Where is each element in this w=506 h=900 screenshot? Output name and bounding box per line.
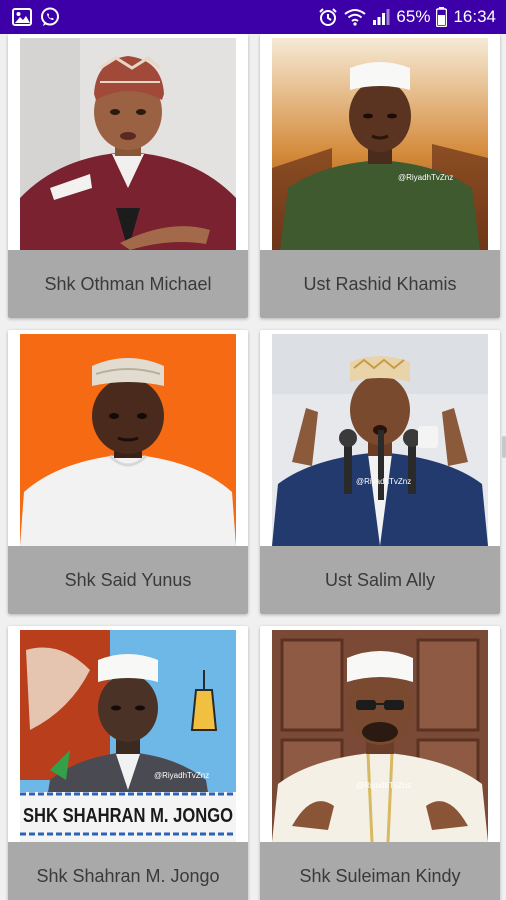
- gallery-icon: [12, 8, 32, 26]
- status-bar: 65% 16:34: [0, 0, 506, 34]
- scholar-photo: @RiyadhTvZnz: [272, 38, 488, 250]
- scholar-photo: @RiyadhTvZnz SHK SHAHRAN M. JONGO: [20, 630, 236, 842]
- scholar-name: Shk Said Yunus: [64, 569, 192, 590]
- clock: 16:34: [453, 7, 496, 26]
- watermark-text: @RiyadhTvZnz: [356, 781, 411, 790]
- battery-icon: [436, 7, 448, 27]
- scholar-name: Ust Rashid Khamis: [303, 273, 457, 294]
- scholar-name: Ust Salim Ally: [324, 569, 436, 590]
- alarm-icon: [318, 7, 338, 27]
- signal-icon: [372, 8, 390, 26]
- watermark-text: @RiyadhTvZnz: [154, 771, 209, 780]
- scholar-name-bar: Shk Othman Michael: [8, 250, 248, 318]
- banner-text: SHK SHAHRAN M. JONGO: [23, 805, 233, 827]
- whatsapp-icon: [40, 7, 60, 27]
- scholar-photo: [20, 334, 236, 546]
- scholar-card[interactable]: Shk Said Yunus: [8, 330, 248, 614]
- scholar-name-bar: Ust Salim Ally: [260, 546, 500, 614]
- scholar-card[interactable]: Shk Othman Michael: [8, 34, 248, 318]
- scholar-name-bar: Shk Shahran M. Jongo: [8, 842, 248, 900]
- scholar-photo: [20, 38, 236, 250]
- scholar-card[interactable]: @RiyadhTvZnz Shk Suleiman Kindy: [260, 626, 500, 900]
- watermark-text: @RiyadhTvZnz: [398, 173, 453, 182]
- battery-percent: 65%: [396, 7, 431, 26]
- scholar-name: Shk Shahran M. Jongo: [36, 865, 220, 886]
- scholar-card[interactable]: @RiyadhTvZnz Ust Salim Ally: [260, 330, 500, 614]
- wifi-icon: [344, 8, 367, 26]
- watermark-text: @RiyadhTvZnz: [356, 477, 411, 486]
- scholar-photo: @RiyadhTvZnz: [272, 334, 488, 546]
- scholar-name-bar: Shk Said Yunus: [8, 546, 248, 614]
- scholar-card[interactable]: @RiyadhTvZnz SHK SHAHRAN M. JONGO Shk Sh…: [8, 626, 248, 900]
- scrollbar-thumb[interactable]: [502, 436, 506, 458]
- scholar-card[interactable]: @RiyadhTvZnz Ust Rashid Khamis: [260, 34, 500, 318]
- scholar-name-bar: Shk Suleiman Kindy: [260, 842, 500, 900]
- scholar-grid: Shk Othman Michael @RiyadhTvZnz Ust Rash…: [0, 34, 506, 900]
- status-bar-left: [12, 7, 60, 27]
- scholar-name: Shk Othman Michael: [44, 273, 212, 294]
- scholar-name-bar: Ust Rashid Khamis: [260, 250, 500, 318]
- status-bar-right: 65% 16:34: [318, 7, 496, 27]
- scholar-photo: @RiyadhTvZnz: [272, 630, 488, 842]
- scholar-name: Shk Suleiman Kindy: [299, 865, 461, 886]
